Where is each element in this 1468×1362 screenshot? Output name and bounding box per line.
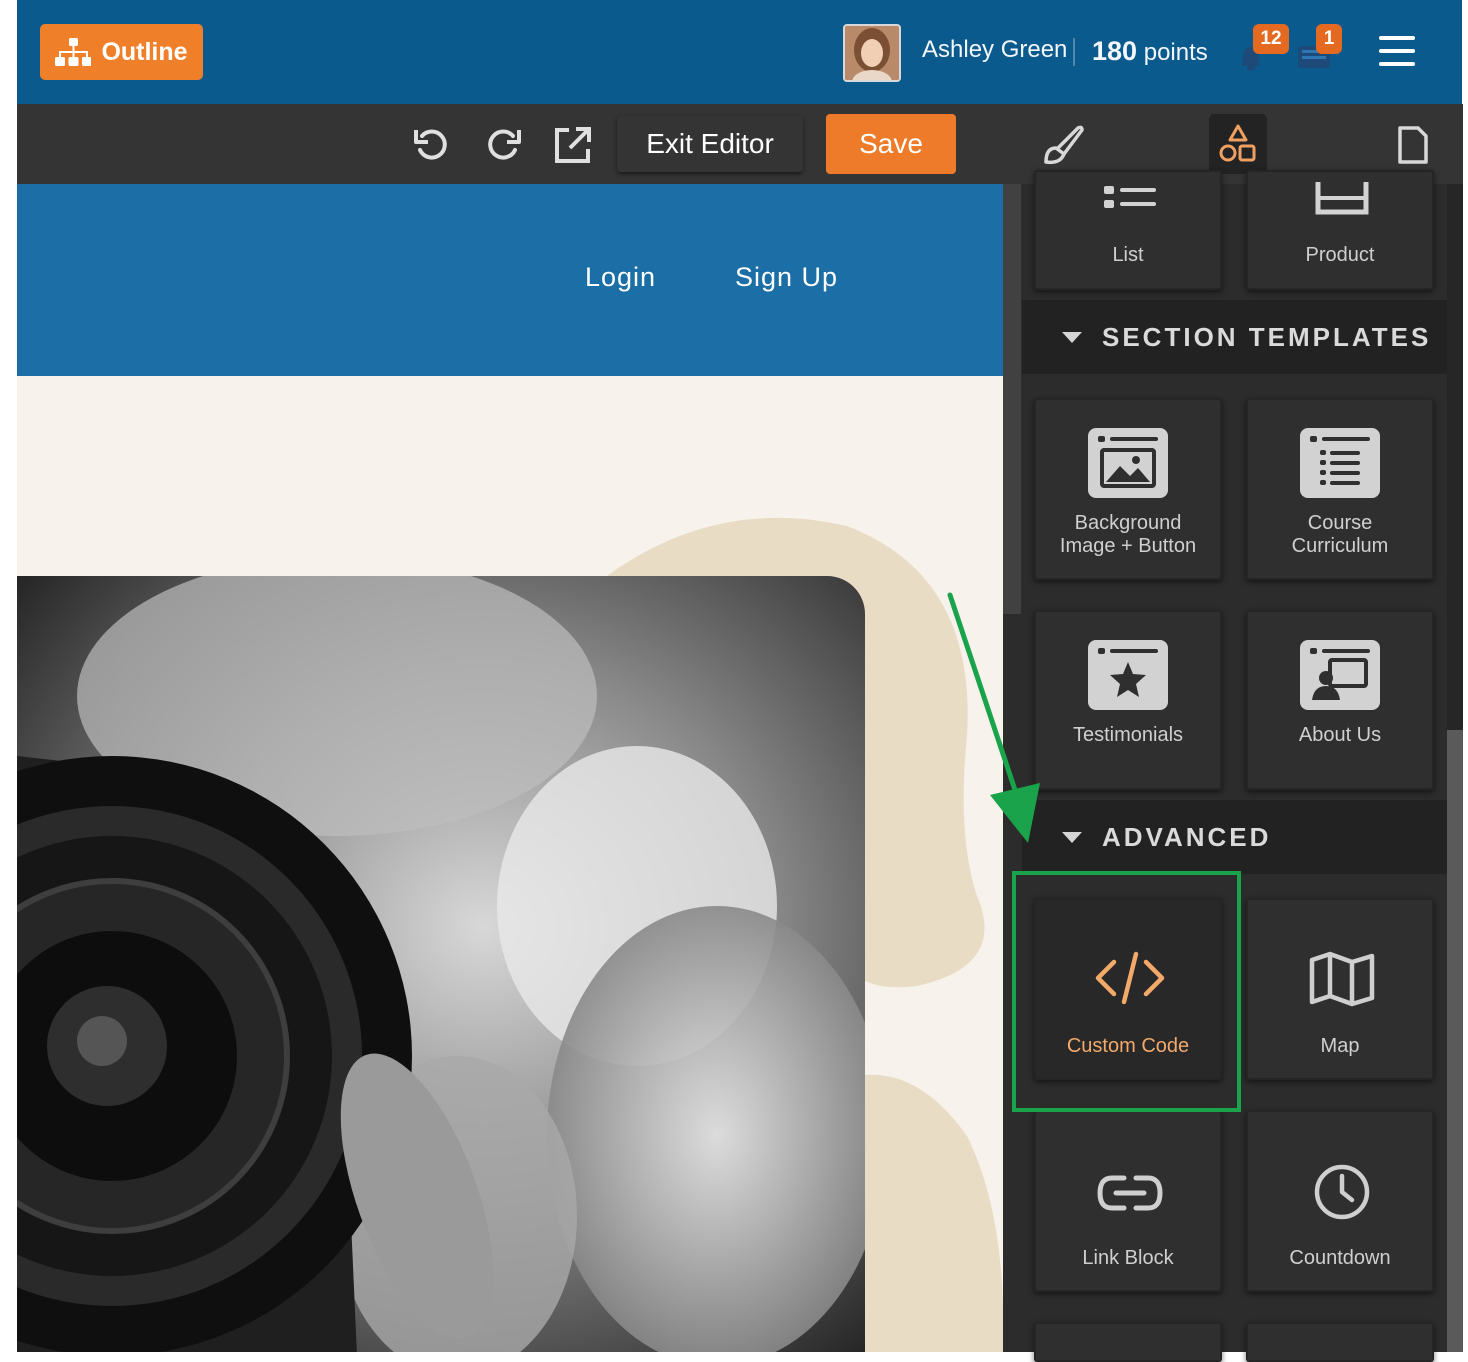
tile-label: Product <box>1305 244 1375 266</box>
list-icon <box>1104 186 1156 208</box>
brush-icon[interactable] <box>1040 124 1086 166</box>
preview-scrollbar[interactable] <box>1003 184 1021 614</box>
highlight-box <box>1012 871 1241 1112</box>
sitemap-icon <box>55 38 92 66</box>
clock-icon <box>1314 1164 1370 1220</box>
caret-down-icon <box>1062 831 1082 843</box>
curriculum-icon <box>1310 436 1370 485</box>
external-link-icon[interactable] <box>552 124 594 166</box>
advanced-tile-more-2[interactable] <box>1246 1322 1434 1362</box>
outline-button[interactable]: Outline <box>40 24 203 80</box>
tile-label: Testimonials <box>1072 724 1184 746</box>
tab-blocks[interactable] <box>1209 114 1267 174</box>
map-icon <box>1309 951 1375 1007</box>
star-icon <box>1098 648 1158 697</box>
site-header: Login Sign Up <box>17 184 1003 376</box>
presenter-icon <box>1310 648 1370 700</box>
hero-section <box>17 376 1003 1352</box>
shapes-icon <box>1219 124 1256 162</box>
advanced-tile-link-block[interactable]: Link Block <box>1034 1110 1222 1292</box>
tile-label: About Us <box>1298 724 1382 746</box>
messages-badge: 1 <box>1316 24 1342 54</box>
image-button-icon <box>1098 436 1158 488</box>
outline-label: Outline <box>101 37 188 66</box>
points-value: 180 <box>1092 36 1138 66</box>
messages-button[interactable]: 1 <box>1296 24 1346 74</box>
page-icon[interactable] <box>1396 124 1430 166</box>
sidebar-scrollbar-thumb[interactable] <box>1447 730 1463 1352</box>
advanced-tile-more[interactable] <box>1034 1322 1222 1362</box>
redo-icon[interactable] <box>483 126 523 166</box>
annotation-arrow-icon <box>947 592 1040 843</box>
block-tile-list[interactable]: List <box>1034 170 1222 290</box>
camera-photo-image <box>17 576 865 1352</box>
block-tile-product[interactable]: Product <box>1246 170 1434 290</box>
product-icon <box>1315 182 1369 215</box>
caret-down-icon <box>1062 331 1082 343</box>
section-title: ADVANCED <box>1102 821 1272 852</box>
nav-signup-link[interactable]: Sign Up <box>735 262 838 293</box>
tile-label-2: Curriculum <box>1291 535 1389 557</box>
tile-label: Countdown <box>1289 1247 1391 1269</box>
points-label: points <box>1143 39 1208 66</box>
template-tile-about-us[interactable]: About Us <box>1246 610 1434 790</box>
template-tile-background-image-button[interactable]: Background Image + Button <box>1034 398 1222 580</box>
template-tile-course-curriculum[interactable]: Course Curriculum <box>1246 398 1434 580</box>
section-title: SECTION TEMPLATES <box>1102 321 1432 352</box>
points-display: 180 points <box>1092 36 1208 67</box>
user-name[interactable]: Ashley Green <box>922 36 1067 64</box>
tile-label: Link Block <box>1082 1247 1174 1269</box>
divider <box>1073 38 1075 66</box>
notifications-badge: 12 <box>1253 24 1289 54</box>
exit-editor-button[interactable]: Exit Editor <box>617 116 803 172</box>
hero-photo <box>17 576 865 1352</box>
tile-label: Map <box>1320 1035 1360 1057</box>
user-photo <box>845 26 899 80</box>
nav-login-link[interactable]: Login <box>585 262 656 293</box>
tile-label-2: Image + Button <box>1059 535 1197 557</box>
tile-label: List <box>1112 244 1144 266</box>
link-icon <box>1097 1175 1163 1211</box>
tile-label: Course <box>1307 512 1373 534</box>
undo-icon[interactable] <box>412 126 452 166</box>
template-tile-testimonials[interactable]: Testimonials <box>1034 610 1222 790</box>
tile-label: Background <box>1074 512 1182 534</box>
section-templates-header[interactable]: SECTION TEMPLATES <box>1022 300 1447 374</box>
avatar[interactable] <box>843 24 901 82</box>
save-button[interactable]: Save <box>826 114 956 174</box>
advanced-header[interactable]: ADVANCED <box>1022 800 1447 874</box>
notifications-button[interactable]: 12 <box>1233 24 1289 74</box>
advanced-tile-map[interactable]: Map <box>1246 898 1434 1080</box>
hamburger-menu-button[interactable] <box>1379 36 1415 68</box>
advanced-tile-countdown[interactable]: Countdown <box>1246 1110 1434 1292</box>
